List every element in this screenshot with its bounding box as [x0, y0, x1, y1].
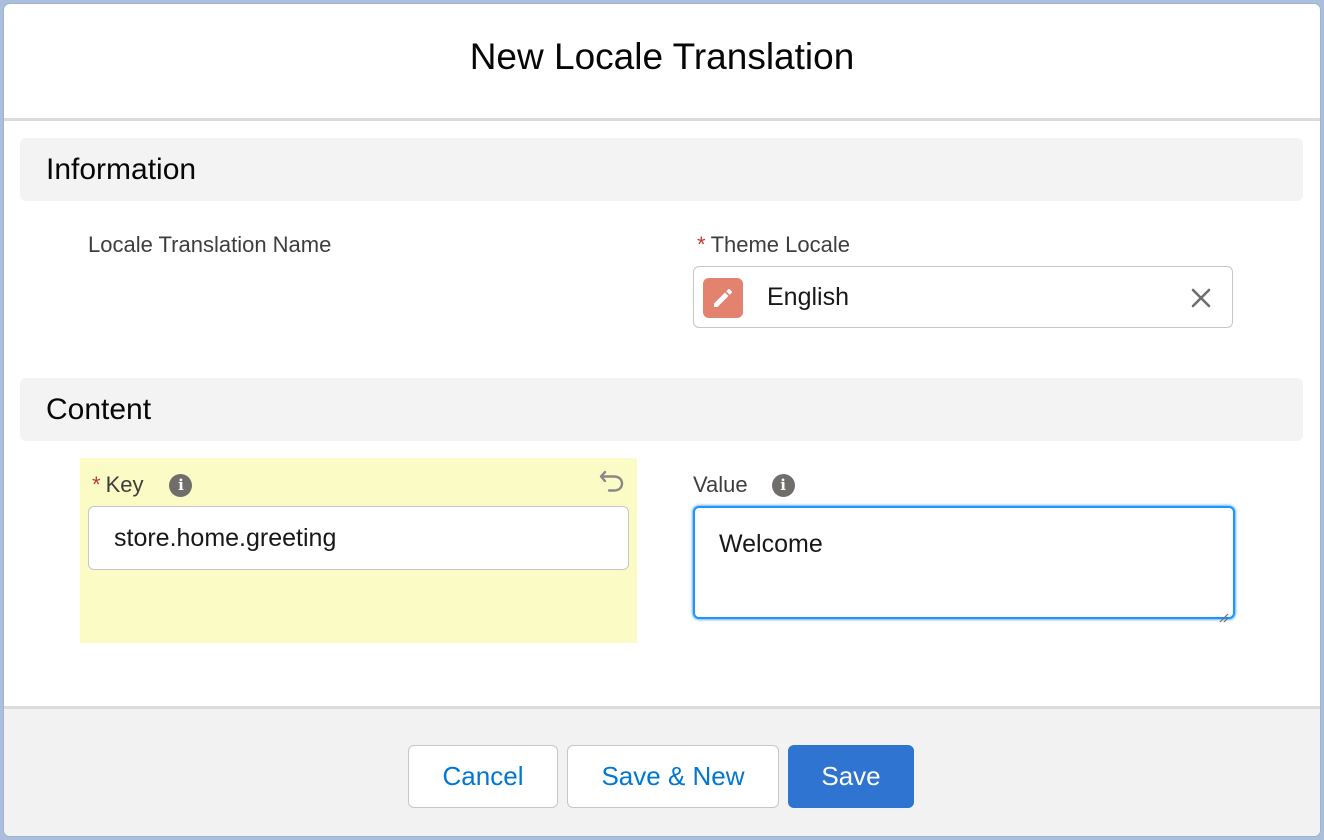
undo-icon[interactable] [597, 466, 627, 496]
value-textarea[interactable]: Welcome [693, 506, 1235, 623]
key-input[interactable]: store.home.greeting [88, 506, 629, 570]
info-icon[interactable]: i [771, 473, 795, 497]
key-label: * Key i [92, 472, 193, 498]
required-marker: * [697, 232, 706, 257]
section-information-title: Information [46, 152, 197, 186]
modal-dialog: New Locale Translation Information Local… [4, 4, 1320, 836]
theme-locale-label-text: Theme Locale [710, 232, 850, 257]
modal-header: New Locale Translation [4, 4, 1320, 121]
theme-locale-value: English [767, 283, 849, 311]
info-icon[interactable]: i [169, 473, 193, 497]
theme-locale-lookup[interactable]: English [693, 266, 1233, 328]
value-label: Value i [693, 472, 795, 498]
required-marker: * [92, 472, 101, 497]
key-label-text: Key [105, 472, 144, 497]
resize-grip-icon[interactable] [1217, 601, 1229, 623]
section-content-header[interactable]: Content [20, 378, 1303, 441]
clear-selection-icon[interactable] [1186, 283, 1216, 313]
modal-footer: Cancel Save & New Save [4, 706, 1320, 836]
modal-title: New Locale Translation [469, 36, 855, 77]
cancel-button[interactable]: Cancel [408, 745, 558, 808]
section-content-title: Content [46, 392, 152, 426]
pencil-icon [703, 278, 743, 318]
locale-translation-name-label: Locale Translation Name [88, 232, 331, 258]
value-textarea-text: Welcome [719, 530, 823, 558]
theme-locale-label: * Theme Locale [697, 232, 850, 258]
section-information-header[interactable]: Information [20, 138, 1303, 201]
value-label-text: Value [693, 472, 748, 497]
save-and-new-button[interactable]: Save & New [567, 745, 779, 808]
locale-translation-name-label-text: Locale Translation Name [88, 232, 332, 257]
save-button[interactable]: Save [788, 745, 914, 808]
